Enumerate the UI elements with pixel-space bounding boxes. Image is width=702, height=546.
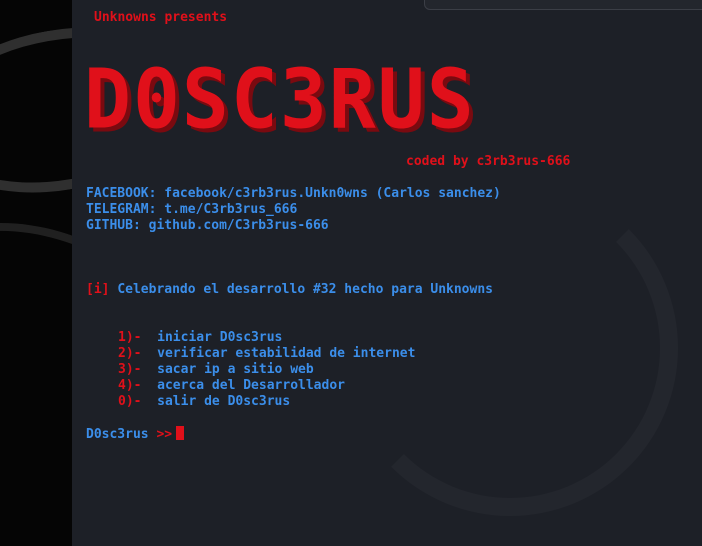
info-line: [i] Celebrando el desarrollo #32 hecho p…	[86, 282, 493, 298]
text-cursor[interactable]	[176, 426, 185, 440]
menu-label: salir de D0sc3rus	[157, 394, 291, 409]
contact-facebook: FACEBOOK: facebook/c3rb3rus.Unkn0wns (Ca…	[86, 186, 501, 202]
contact-label: GITHUB:	[86, 218, 141, 233]
contact-value: t.me/C3rb3rus_666	[164, 202, 298, 217]
desktop-background: Unknowns presents D0SC3RUS coded by c3rb…	[0, 0, 702, 546]
contact-label: FACEBOOK:	[86, 186, 157, 201]
contact-value: github.com/C3rb3rus-666	[148, 218, 329, 233]
prompt-name: D0sc3rus	[86, 427, 149, 442]
coded-by-line: coded by c3rb3rus-666	[406, 154, 571, 169]
menu-item-0: 0)- salir de D0sc3rus	[118, 394, 290, 410]
menu-label: sacar ip a sitio web	[157, 362, 314, 377]
menu-number: 1)-	[118, 330, 142, 345]
menu-number: 3)-	[118, 362, 142, 377]
contact-label: TELEGRAM:	[86, 202, 157, 217]
prompt-arrows: >>	[156, 427, 173, 442]
terminal-tab-bar	[424, 0, 702, 10]
info-text: Celebrando el desarrollo #32 hecho para …	[117, 282, 493, 297]
menu-label: verificar estabilidad de internet	[157, 346, 416, 361]
menu-item-1: 1)- iniciar D0sc3rus	[118, 330, 282, 346]
terminal-window[interactable]: Unknowns presents D0SC3RUS coded by c3rb…	[72, 0, 702, 546]
info-tag: [i]	[86, 282, 110, 297]
command-prompt[interactable]: D0sc3rus >>	[86, 426, 185, 443]
menu-number: 0)-	[118, 394, 142, 409]
menu-item-3: 3)- sacar ip a sitio web	[118, 362, 314, 378]
presents-line: Unknowns presents	[94, 10, 228, 25]
menu-label: acerca del Desarrollador	[157, 378, 345, 393]
menu-item-2: 2)- verificar estabilidad de internet	[118, 346, 415, 362]
contact-github: GITHUB: github.com/C3rb3rus-666	[86, 218, 329, 234]
menu-item-4: 4)- acerca del Desarrollador	[118, 378, 345, 394]
ascii-banner: D0SC3RUS	[84, 50, 476, 151]
menu-number: 2)-	[118, 346, 142, 361]
contact-value: facebook/c3rb3rus.Unkn0wns (Carlos sanch…	[164, 186, 501, 201]
menu-label: iniciar D0sc3rus	[157, 330, 283, 345]
contact-telegram: TELEGRAM: t.me/C3rb3rus_666	[86, 202, 297, 218]
menu-number: 4)-	[118, 378, 142, 393]
